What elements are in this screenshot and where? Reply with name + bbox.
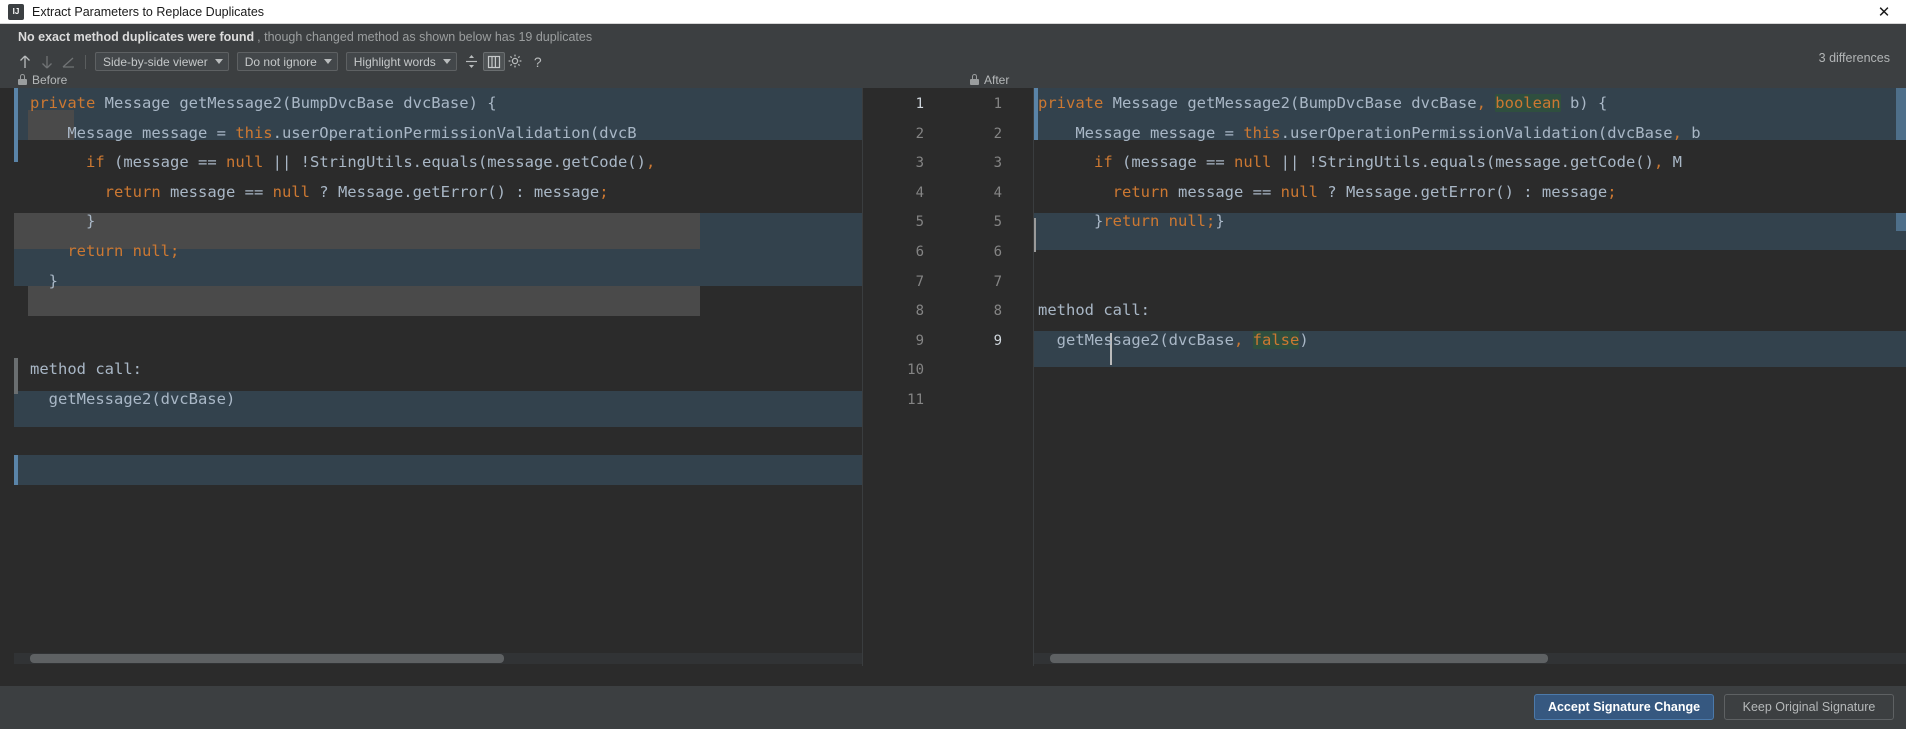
accept-signature-change-button[interactable]: Accept Signature Change xyxy=(1534,694,1714,720)
after-pane-header: After xyxy=(970,71,1009,88)
code-line: getMessage2(dvcBase) xyxy=(30,381,862,417)
line-number: 2 xyxy=(862,119,924,149)
window-title: Extract Parameters to Replace Duplicates xyxy=(32,5,264,19)
arrow-down-icon[interactable] xyxy=(36,52,58,72)
line-number: 5 xyxy=(862,207,924,237)
line-number: 7 xyxy=(940,267,1002,297)
lock-icon xyxy=(18,74,27,85)
change-edge-marker xyxy=(14,88,18,162)
change-edge-marker xyxy=(14,358,18,394)
duplicates-message: No exact method duplicates were found , … xyxy=(0,24,1906,50)
line-number: 6 xyxy=(862,237,924,267)
chevron-down-icon xyxy=(324,59,332,64)
highlight-policy-dropdown[interactable]: Highlight words xyxy=(346,52,457,71)
line-number: 4 xyxy=(940,178,1002,208)
line-number: 3 xyxy=(940,148,1002,178)
chevron-down-icon xyxy=(215,59,223,64)
lock-icon xyxy=(970,74,979,85)
diff-scroll-marker xyxy=(1896,213,1906,231)
text-caret xyxy=(1034,218,1036,252)
before-pane-label: Before xyxy=(32,73,67,87)
viewer-mode-dropdown[interactable]: Side-by-side viewer xyxy=(95,52,229,71)
diff-viewer: private Message getMessage2(BumpDvcBase … xyxy=(0,88,1906,686)
line-number: 7 xyxy=(862,267,924,297)
after-code-pane[interactable]: private Message getMessage2(BumpDvcBase … xyxy=(1034,88,1906,666)
before-pane-header: Before xyxy=(18,71,67,88)
duplicates-message-rest: , though changed method as shown below h… xyxy=(257,30,592,44)
line-number: 4 xyxy=(862,178,924,208)
line-number: 9 xyxy=(940,326,1002,356)
compare-icon[interactable] xyxy=(58,52,80,72)
change-block xyxy=(14,455,862,485)
line-number: 3 xyxy=(862,148,924,178)
before-code-pane[interactable]: private Message getMessage2(BumpDvcBase … xyxy=(14,88,862,666)
line-number: 2 xyxy=(940,119,1002,149)
duplicates-message-strong: No exact method duplicates were found xyxy=(18,30,254,44)
window-title-bar: Extract Parameters to Replace Duplicates… xyxy=(0,0,1906,24)
show-whitespace-icon[interactable] xyxy=(483,52,505,71)
line-number: 5 xyxy=(940,207,1002,237)
line-number: 1 xyxy=(862,89,924,119)
code-line: getMessage2(dvcBase, false) xyxy=(1038,322,1906,358)
help-icon[interactable]: ? xyxy=(527,54,549,70)
toolbar-divider xyxy=(85,55,86,69)
line-number: 10 xyxy=(862,355,924,385)
diff-toolbar: Side-by-side viewer Do not ignore Highli… xyxy=(0,50,1906,73)
line-number-gutter: 1234567891011 123456789 xyxy=(862,88,1034,666)
gear-icon[interactable] xyxy=(505,52,527,72)
before-hscroll-thumb[interactable] xyxy=(30,654,504,663)
keep-original-signature-button[interactable]: Keep Original Signature xyxy=(1724,694,1894,720)
dialog-button-bar: Accept Signature Change Keep Original Si… xyxy=(0,686,1906,729)
line-number: 1 xyxy=(940,89,1002,119)
after-pane-label: After xyxy=(984,73,1009,87)
close-icon[interactable]: ✕ xyxy=(1862,0,1906,24)
intellij-idea-icon xyxy=(8,4,24,20)
change-edge-marker xyxy=(14,455,18,485)
ignore-policy-dropdown[interactable]: Do not ignore xyxy=(237,52,338,71)
line-number: 6 xyxy=(940,237,1002,267)
diff-scroll-marker xyxy=(1896,88,1906,140)
line-number: 8 xyxy=(940,296,1002,326)
ignore-policy-label: Do not ignore xyxy=(245,55,317,69)
after-hscroll-thumb[interactable] xyxy=(1050,654,1548,663)
collapse-unchanged-icon[interactable] xyxy=(461,52,483,71)
line-number: 9 xyxy=(862,326,924,356)
differences-count: 3 differences xyxy=(1819,51,1890,65)
chevron-down-icon xyxy=(443,59,451,64)
line-number: 8 xyxy=(862,296,924,326)
highlight-policy-label: Highlight words xyxy=(354,55,436,69)
line-number: 11 xyxy=(862,385,924,415)
arrow-up-icon[interactable] xyxy=(14,52,36,72)
viewer-mode-label: Side-by-side viewer xyxy=(103,55,208,69)
